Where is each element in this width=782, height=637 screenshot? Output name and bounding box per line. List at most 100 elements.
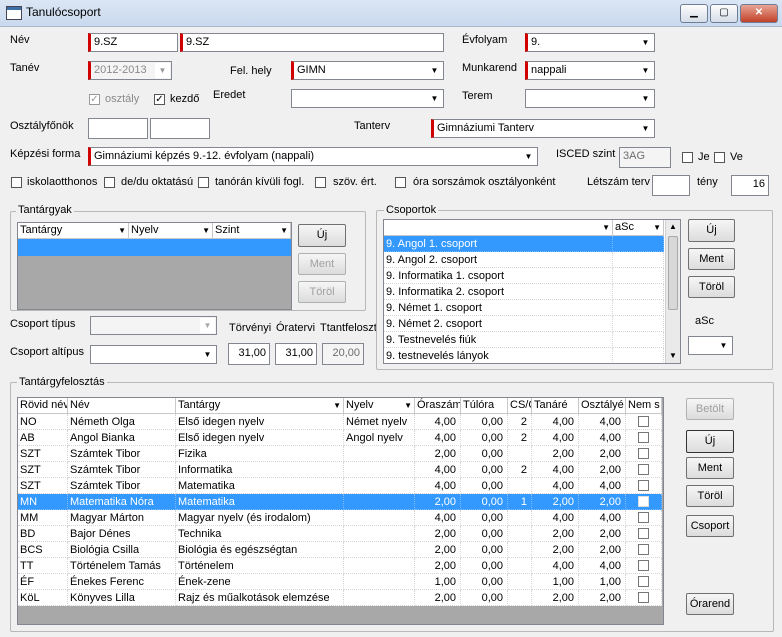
szov-checkbox[interactable] (315, 177, 326, 188)
je-checkbox[interactable] (682, 152, 693, 163)
nem-s-checkbox[interactable] (638, 480, 649, 491)
csoport-altipus-select[interactable]: ▼ (90, 345, 217, 364)
tantargyak-torol-button[interactable]: Töröl (298, 281, 346, 303)
nev-short-input[interactable]: 9.SZ (88, 33, 178, 52)
chevron-down-icon[interactable]: ▼ (521, 149, 536, 164)
tanterv-select[interactable]: Gimnáziumi Tanterv ▼ (431, 119, 655, 138)
nem-s-checkbox[interactable] (638, 544, 649, 555)
csoport-row[interactable]: 9. Angol 2. csoport (384, 252, 664, 268)
csoport-row[interactable]: 9. Angol 1. csoport (384, 236, 664, 252)
chevron-down-icon[interactable]: ▼ (638, 35, 653, 50)
felosztas-col-header[interactable]: Tantárgy ▼ (176, 398, 344, 413)
chevron-down-icon[interactable]: ▼ (404, 398, 412, 413)
csoport-row[interactable]: 9. Informatika 1. csoport (384, 268, 664, 284)
col-tantargy[interactable]: Tantárgy ▼ (18, 223, 129, 238)
felosztas-row[interactable]: TT Történelem Tamás Történelem 2,00 0,00 4,00… (18, 558, 662, 574)
felosztas-col-header[interactable]: Rövid név (18, 398, 68, 413)
felosztas-row[interactable]: SZT Számtek Tibor Informatika 4,00 0,00 2 4,00… (18, 462, 662, 478)
felosztas-row[interactable]: MM Magyar Márton Magyar nyelv (és irodalom… (18, 510, 662, 526)
tantargyfelosztas-grid[interactable]: Rövid név Név Tantárgy ▼ Nyelv ▼ Óraszám Túlóra… (17, 397, 664, 625)
tantargyak-uj-button[interactable]: Új (298, 224, 346, 247)
felosztas-col-header[interactable]: Óraszám (415, 398, 461, 413)
oratervi-input[interactable]: 31,00 (275, 343, 317, 365)
chevron-down-icon[interactable]: ▼ (638, 63, 653, 78)
felosztas-row[interactable]: SZT Számtek Tibor Fizika 2,00 0,00 2,00 2,00 (18, 446, 662, 462)
torvenyi-input[interactable]: 31,00 (228, 343, 270, 365)
nem-s-checkbox[interactable] (638, 592, 649, 603)
csoport-row[interactable]: 9. testnevelés lányok (384, 348, 664, 363)
asc-select[interactable]: ▼ (688, 336, 733, 355)
felosztas-row[interactable]: ÉF Énekes Ferenc Ének-zene 1,00 0,00 1,00 1,00 (18, 574, 662, 590)
nem-s-checkbox[interactable] (638, 432, 649, 443)
chevron-down-icon[interactable]: ▼ (716, 338, 731, 353)
csoport-row[interactable]: 9. Német 2. csoport (384, 316, 664, 332)
felosztas-col-header[interactable]: CS/O (508, 398, 532, 413)
col-asc[interactable]: aSc ▼ (613, 220, 664, 235)
nem-s-checkbox[interactable] (638, 528, 649, 539)
orarend-button[interactable]: Órarend (686, 593, 734, 615)
minimize-button[interactable]: ▁ (680, 4, 708, 23)
felosztas-col-header[interactable]: Nyelv ▼ (344, 398, 415, 413)
ve-checkbox[interactable] (714, 152, 725, 163)
felosztas-col-header[interactable]: Túlóra (461, 398, 508, 413)
felosztas-row[interactable]: KöL Könyves Lilla Rajz és műalkotások elem… (18, 590, 662, 606)
csoportok-scrollbar[interactable]: ▲ ▼ (665, 220, 680, 363)
csoport-row[interactable]: 9. Német 1. csoport (384, 300, 664, 316)
nem-s-checkbox[interactable] (638, 416, 649, 427)
felhely-select[interactable]: GIMN ▼ (291, 61, 444, 80)
maximize-button[interactable]: ▢ (710, 4, 738, 23)
csoport-button[interactable]: Csoport (686, 515, 734, 537)
col-csoport-nev[interactable]: ▼ (384, 220, 613, 235)
chevron-down-icon[interactable]: ▼ (427, 63, 442, 78)
tantargyak-ment-button[interactable]: Ment (298, 253, 346, 275)
felosztas-uj-button[interactable]: Új (686, 430, 734, 453)
close-button[interactable]: ✕ (740, 4, 778, 23)
ora-sorszam-checkbox[interactable] (395, 177, 406, 188)
iskolaotthonos-checkbox[interactable] (11, 177, 22, 188)
kezdo-checkbox[interactable]: ✓ (154, 94, 165, 105)
felosztas-col-header[interactable]: Osztályé (579, 398, 626, 413)
felosztas-row[interactable]: BD Bajor Dénes Technika 2,00 0,00 2,00 2,00 (18, 526, 662, 542)
felosztas-row[interactable]: NO Németh Olga Első idegen nyelv Német nyel… (18, 414, 662, 430)
nem-s-checkbox[interactable] (638, 448, 649, 459)
felosztas-col-header[interactable]: Nem s (626, 398, 662, 413)
scroll-up-icon[interactable]: ▲ (666, 220, 680, 234)
betolt-button[interactable]: Betölt (686, 398, 734, 420)
dedu-checkbox[interactable] (104, 177, 115, 188)
scroll-down-icon[interactable]: ▼ (666, 349, 680, 363)
chevron-down-icon[interactable]: ▼ (200, 347, 215, 362)
terem-select[interactable]: ▼ (525, 89, 655, 108)
csoportok-ment-button[interactable]: Ment (688, 248, 735, 270)
csoport-row[interactable]: 9. Testnevelés fiúk (384, 332, 664, 348)
felosztas-ment-button[interactable]: Ment (686, 457, 734, 479)
csoportok-uj-button[interactable]: Új (688, 219, 735, 242)
eredet-select[interactable]: ▼ (291, 89, 444, 108)
felosztas-col-header[interactable]: Tanáré (532, 398, 579, 413)
osztalyfonok-input-1[interactable] (88, 118, 148, 139)
kepzesi-forma-select[interactable]: Gimnáziumi képzés 9.-12. évfolyam (nappa… (88, 147, 538, 166)
felosztas-row[interactable]: MN Matematika Nóra Matematika 2,00 0,00 1 2,00… (18, 494, 662, 510)
osztalyfonok-input-2[interactable] (150, 118, 210, 139)
felosztas-col-header[interactable]: Név (68, 398, 176, 413)
tantargyak-empty-row[interactable] (18, 239, 291, 256)
tantargyak-grid[interactable]: Tantárgy ▼ Nyelv ▼ Szint ▼ (17, 222, 292, 310)
col-nyelv[interactable]: Nyelv ▼ (129, 223, 213, 238)
felosztas-row[interactable]: BCS Biológia Csilla Biológia és egészségta… (18, 542, 662, 558)
felosztas-torol-button[interactable]: Töröl (686, 485, 734, 507)
col-szint[interactable]: Szint ▼ (213, 223, 291, 238)
chevron-down-icon[interactable]: ▼ (638, 91, 653, 106)
tanoran-checkbox[interactable] (198, 177, 209, 188)
chevron-down-icon[interactable]: ▼ (333, 398, 341, 413)
csoportok-torol-button[interactable]: Töröl (688, 276, 735, 298)
nev-long-input[interactable]: 9.SZ (180, 33, 444, 52)
nem-s-checkbox[interactable] (638, 464, 649, 475)
nem-s-checkbox[interactable] (638, 576, 649, 587)
felosztas-row[interactable]: AB Angol Bianka Első idegen nyelv Angol nye… (18, 430, 662, 446)
nem-s-checkbox[interactable] (638, 512, 649, 523)
letszam-teny-input[interactable]: 16 (731, 175, 769, 196)
felosztas-row[interactable]: SZT Számtek Tibor Matematika 4,00 0,00 4,00 4,… (18, 478, 662, 494)
letszam-terv-input[interactable] (652, 175, 690, 196)
evfolyam-select[interactable]: 9. ▼ (525, 33, 655, 52)
nem-s-checkbox[interactable] (638, 496, 649, 507)
chevron-down-icon[interactable]: ▼ (427, 91, 442, 106)
